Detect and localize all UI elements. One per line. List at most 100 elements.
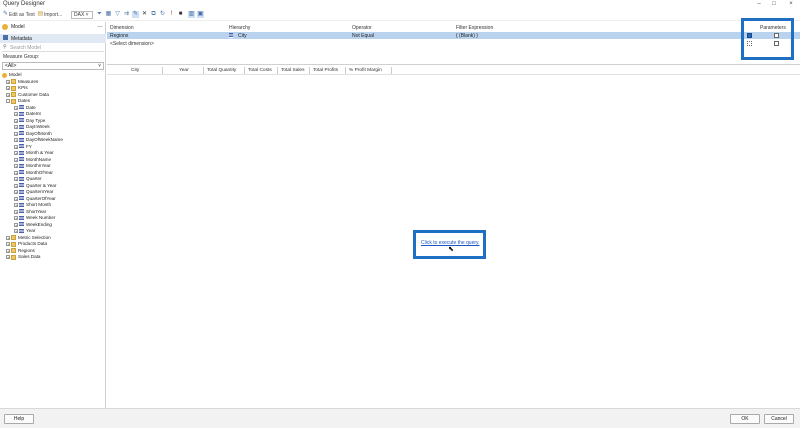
column-divider <box>345 67 346 74</box>
copy-icon[interactable]: ⧉ <box>150 11 157 18</box>
table-icon[interactable]: ▦ <box>105 11 112 18</box>
expand-icon[interactable]: + <box>14 229 18 234</box>
expand-icon[interactable]: + <box>14 125 18 130</box>
attribute-icon <box>19 124 24 130</box>
filter-expression-cell[interactable]: { (Blank) } <box>456 33 478 39</box>
header-dimension: Dimension <box>110 25 134 31</box>
tree-item[interactable]: + Sales Data <box>0 254 106 261</box>
metadata-tab-label: Metadata <box>11 35 32 42</box>
expand-icon[interactable]: + <box>14 190 18 195</box>
search-placeholder: Search Model <box>10 45 41 51</box>
expand-icon[interactable]: + <box>6 79 10 84</box>
expand-icon[interactable]: + <box>14 196 18 201</box>
query-mode-value: DAX <box>74 12 85 18</box>
refresh-icon[interactable]: ↻ <box>159 11 166 18</box>
attribute-icon <box>19 209 24 214</box>
attribute-icon <box>19 176 24 182</box>
header-filter-expression: Filter Expression <box>456 25 494 31</box>
results-icon[interactable]: ▣ <box>197 11 204 18</box>
attribute-icon <box>19 150 24 156</box>
ok-button[interactable]: OK <box>730 414 760 424</box>
attribute-icon <box>19 111 24 117</box>
column-profit-margin: % Profit Margin <box>349 68 382 73</box>
table-folder-icon <box>11 241 16 247</box>
expand-icon[interactable]: + <box>14 170 18 175</box>
expand-icon[interactable]: + <box>14 157 18 162</box>
expand-icon[interactable]: + <box>14 151 18 156</box>
model-header: Model … <box>0 23 106 33</box>
measure-group-select[interactable]: <All> ˅ <box>2 62 104 70</box>
attribute-icon <box>19 202 24 208</box>
expand-icon[interactable]: + <box>6 86 10 91</box>
table-folder-icon <box>11 98 16 104</box>
execute-highlight <box>413 230 486 259</box>
expand-icon[interactable]: + <box>14 164 18 169</box>
column-total-sales: Total Sales <box>281 68 305 73</box>
attribute-icon <box>19 144 24 149</box>
expand-icon[interactable]: + <box>6 248 10 253</box>
add-filter-icon[interactable]: ⇉ <box>123 11 130 18</box>
expand-icon[interactable]: + <box>14 112 18 117</box>
expand-icon[interactable]: + <box>6 92 10 97</box>
stop-icon[interactable]: ■ <box>177 11 184 18</box>
close-button[interactable]: × <box>784 0 798 9</box>
exclamation-icon[interactable]: ! <box>168 11 175 18</box>
column-divider <box>203 67 204 74</box>
calc-icon[interactable]: ▥ <box>188 11 195 18</box>
column-divider <box>162 67 163 74</box>
edit-as-text-button[interactable]: Edit as Text <box>9 11 35 19</box>
browse-icon[interactable]: … <box>97 23 103 29</box>
attribute-icon <box>19 183 24 188</box>
expand-icon[interactable]: + <box>6 242 10 247</box>
expand-icon[interactable]: + <box>14 138 18 143</box>
column-total-quantity: Total Quantity <box>207 68 237 73</box>
table-folder-icon <box>11 92 16 97</box>
search-model-input[interactable]: ⚲ Search Model <box>2 44 104 52</box>
cancel-button[interactable]: Cancel <box>764 414 794 424</box>
attribute-icon <box>19 228 24 234</box>
metadata-tree: Model + Measures + KPIs + Customer Data - Dates +… <box>0 72 106 261</box>
model-icon <box>2 24 8 30</box>
column-divider <box>244 67 245 74</box>
search-icon: ⚲ <box>3 44 7 50</box>
expand-icon[interactable]: + <box>14 177 18 182</box>
expand-icon[interactable]: + <box>14 209 18 214</box>
filter-row[interactable]: Regions City Not Equal { (Blank) } <box>107 32 800 39</box>
expand-icon[interactable]: + <box>14 144 18 149</box>
expand-icon[interactable]: + <box>14 105 18 110</box>
measure-group-value: <All> <box>5 63 17 69</box>
results-header: City Year Total Quantity Total Costs Tot… <box>107 66 800 75</box>
delete-icon[interactable]: ✕ <box>141 11 148 18</box>
expand-icon[interactable]: + <box>14 183 18 188</box>
column-total-costs: Total Costs <box>248 68 272 73</box>
select-dimension-cell[interactable]: <Select dimension> <box>110 41 154 47</box>
expand-icon[interactable]: + <box>14 216 18 221</box>
query-mode-select[interactable]: DAX ˅ <box>71 11 93 19</box>
filter-icon[interactable]: ▽ <box>114 11 121 18</box>
expand-icon[interactable]: + <box>14 118 18 123</box>
filter-operator-cell[interactable]: Not Equal <box>352 33 374 39</box>
filter-grid: Dimension Hierarchy Operator Filter Expr… <box>107 22 800 65</box>
expand-icon[interactable]: + <box>6 255 10 260</box>
expand-icon[interactable]: + <box>14 203 18 208</box>
import-button[interactable]: Import... <box>44 11 62 19</box>
minimize-button[interactable]: – <box>752 0 766 9</box>
filter-dimension-cell[interactable]: Regions <box>110 33 128 39</box>
filter-hierarchy-cell[interactable]: City <box>238 33 247 39</box>
expand-icon[interactable]: + <box>14 131 18 136</box>
attribute-icon <box>19 157 24 162</box>
column-divider <box>309 67 310 74</box>
attribute-icon <box>19 222 24 227</box>
chevron-down-icon: ˅ <box>98 63 101 69</box>
table-folder-icon <box>11 254 16 260</box>
attribute-icon <box>19 215 24 221</box>
edit-icon[interactable]: ✎ <box>132 11 139 18</box>
tab-metadata[interactable]: Metadata <box>0 34 106 43</box>
expand-icon[interactable]: + <box>14 222 18 227</box>
expand-icon[interactable]: + <box>6 235 10 240</box>
collapse-icon[interactable]: - <box>6 99 10 104</box>
funnel-icon[interactable]: ⏷ <box>96 11 103 18</box>
column-total-profits: Total Profits <box>313 68 339 73</box>
help-button[interactable]: Help <box>4 414 34 424</box>
maximize-button[interactable]: □ <box>767 0 781 9</box>
